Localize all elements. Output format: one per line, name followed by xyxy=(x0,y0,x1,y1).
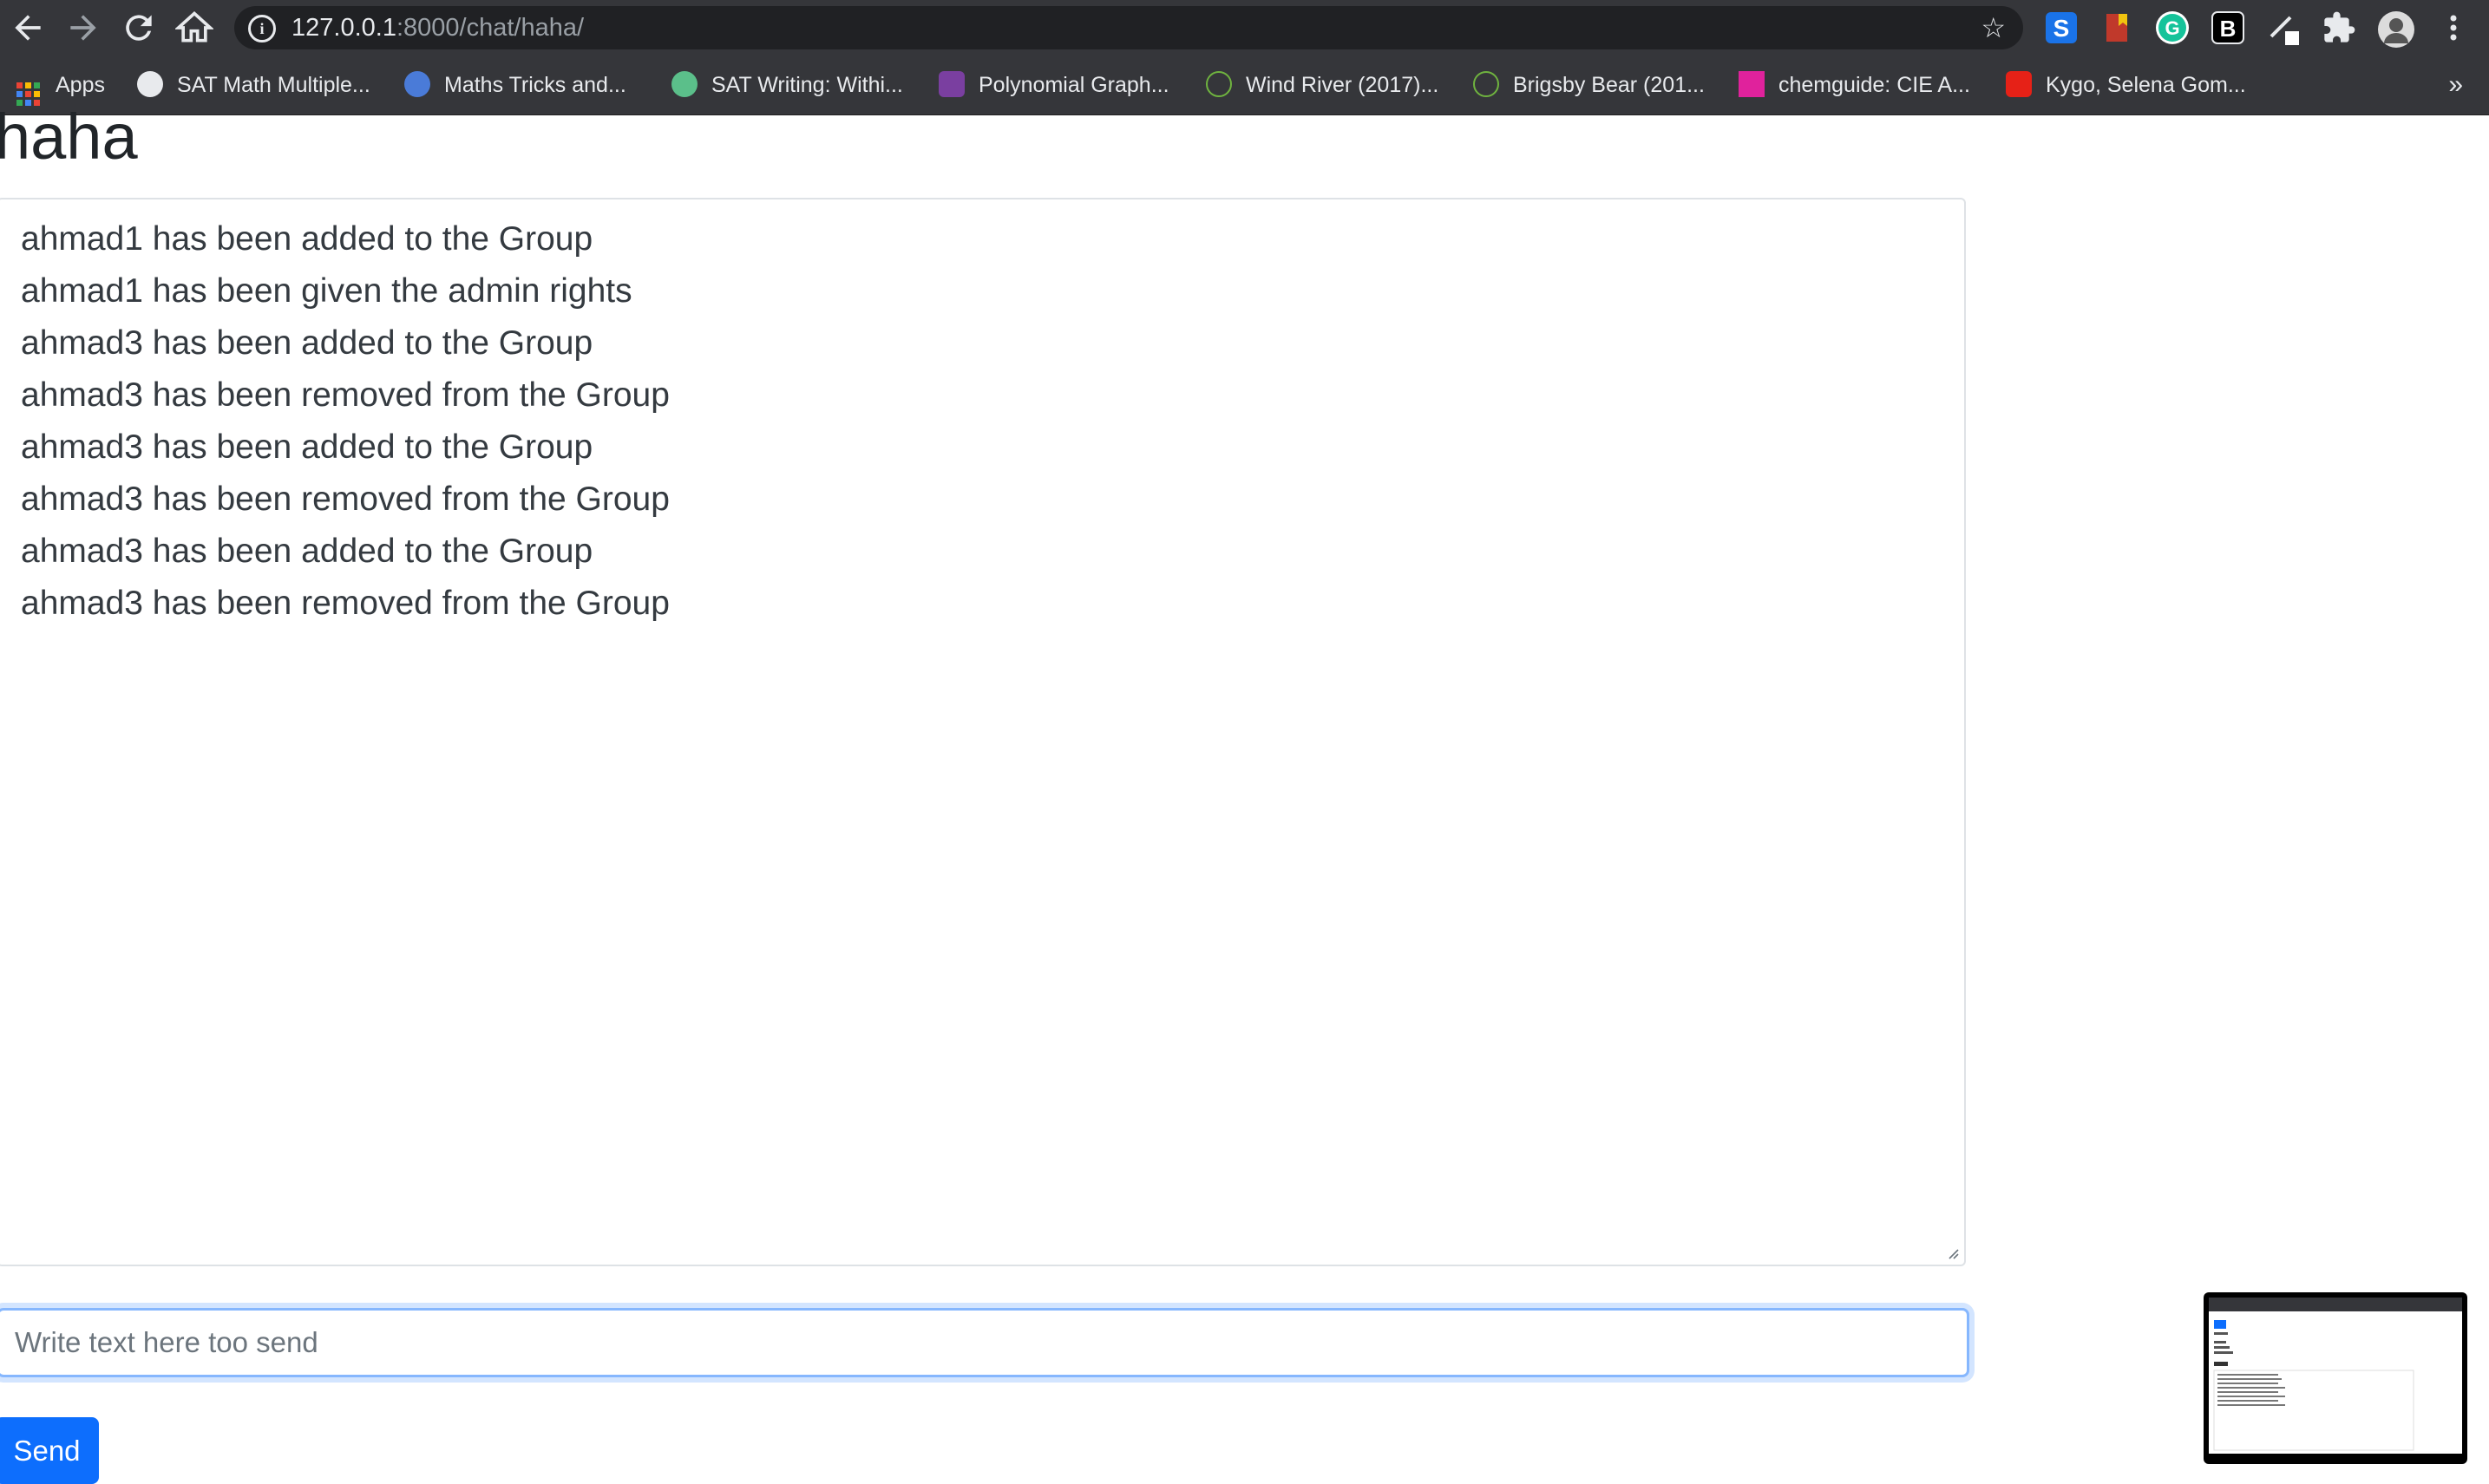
thumbnail-image xyxy=(2209,1298,2462,1451)
s-extension-icon[interactable]: S xyxy=(2044,10,2079,45)
address-bar[interactable]: i 127.0.0.1:8000/chat/haha/ ☆ xyxy=(234,6,2023,49)
chat-log-textarea[interactable]: ahmad1 has been added to the Group ahmad… xyxy=(0,198,1966,1266)
reload-icon[interactable] xyxy=(120,9,158,47)
bookmark-chemguide[interactable]: chemguide: CIE A... xyxy=(1739,56,1970,114)
profile-avatar-icon[interactable] xyxy=(2377,10,2414,48)
bookmark-kygo[interactable]: Kygo, Selena Gom... xyxy=(2006,56,2246,114)
bookmark-polynomial-graph[interactable]: Polynomial Graph... xyxy=(939,56,1169,114)
bookmark-star-icon[interactable]: ☆ xyxy=(1981,6,2006,49)
page-title: haha xyxy=(0,101,138,173)
chat-log-lines: ahmad1 has been added to the Group ahmad… xyxy=(21,213,670,630)
pen-extension-icon[interactable] xyxy=(2266,10,2301,45)
bookmark-extension-icon[interactable] xyxy=(2099,10,2134,45)
url-text[interactable]: 127.0.0.1:8000/chat/haha/ xyxy=(291,6,584,49)
resize-grip-icon[interactable] xyxy=(1945,1245,1959,1259)
svg-text:G: G xyxy=(2165,17,2179,39)
globe-icon xyxy=(137,71,163,98)
log-line: ahmad1 has been given the admin rights xyxy=(21,272,632,310)
yts-icon xyxy=(1473,71,1499,98)
puzzle-icon[interactable] xyxy=(2322,10,2356,45)
message-input[interactable] xyxy=(0,1308,1969,1377)
yts-icon xyxy=(1206,71,1232,98)
browser-toolbar: i 127.0.0.1:8000/chat/haha/ ☆ S G B xyxy=(0,0,2489,56)
send-button[interactable]: Send xyxy=(0,1417,99,1484)
bookmark-sat-writing[interactable]: SAT Writing: Withi... xyxy=(671,56,903,114)
svg-text:S: S xyxy=(2053,15,2070,42)
svg-text:B: B xyxy=(2220,16,2237,42)
bookmark-brigsby-bear[interactable]: Brigsby Bear (201... xyxy=(1473,56,1705,114)
b-extension-icon[interactable]: B xyxy=(2211,10,2245,45)
desmos-icon xyxy=(939,71,965,98)
site-logo-icon xyxy=(404,71,430,98)
log-line: ahmad1 has been added to the Group xyxy=(21,220,593,258)
youtube-icon xyxy=(2006,71,2032,98)
forward-arrow-icon[interactable] xyxy=(64,9,102,47)
leaf-icon xyxy=(671,71,698,98)
screen-thumbnail-preview[interactable] xyxy=(2204,1292,2467,1464)
more-bookmarks-chevron-icon[interactable]: » xyxy=(2448,56,2463,114)
menu-dots-icon[interactable] xyxy=(2436,10,2471,45)
log-line: ahmad3 has been removed from the Group xyxy=(21,481,670,518)
bookmark-sat-math[interactable]: SAT Math Multiple... xyxy=(137,56,370,114)
back-arrow-icon[interactable] xyxy=(9,9,47,47)
log-line: ahmad3 has been added to the Group xyxy=(21,533,593,570)
bookmark-wind-river[interactable]: Wind River (2017)... xyxy=(1206,56,1438,114)
grammarly-icon[interactable]: G xyxy=(2155,10,2190,45)
bookmark-maths-tricks[interactable]: Maths Tricks and... xyxy=(404,56,626,114)
log-line: ahmad3 has been removed from the Group xyxy=(21,376,670,414)
chemguide-icon xyxy=(1739,71,1765,98)
site-info-icon[interactable]: i xyxy=(248,15,276,42)
log-line: ahmad3 has been added to the Group xyxy=(21,428,593,466)
bookmarks-bar: Apps SAT Math Multiple... Maths Tricks a… xyxy=(0,56,2489,115)
log-line: ahmad3 has been added to the Group xyxy=(21,324,593,362)
log-line: ahmad3 has been removed from the Group xyxy=(21,585,670,622)
home-icon[interactable] xyxy=(174,9,215,47)
